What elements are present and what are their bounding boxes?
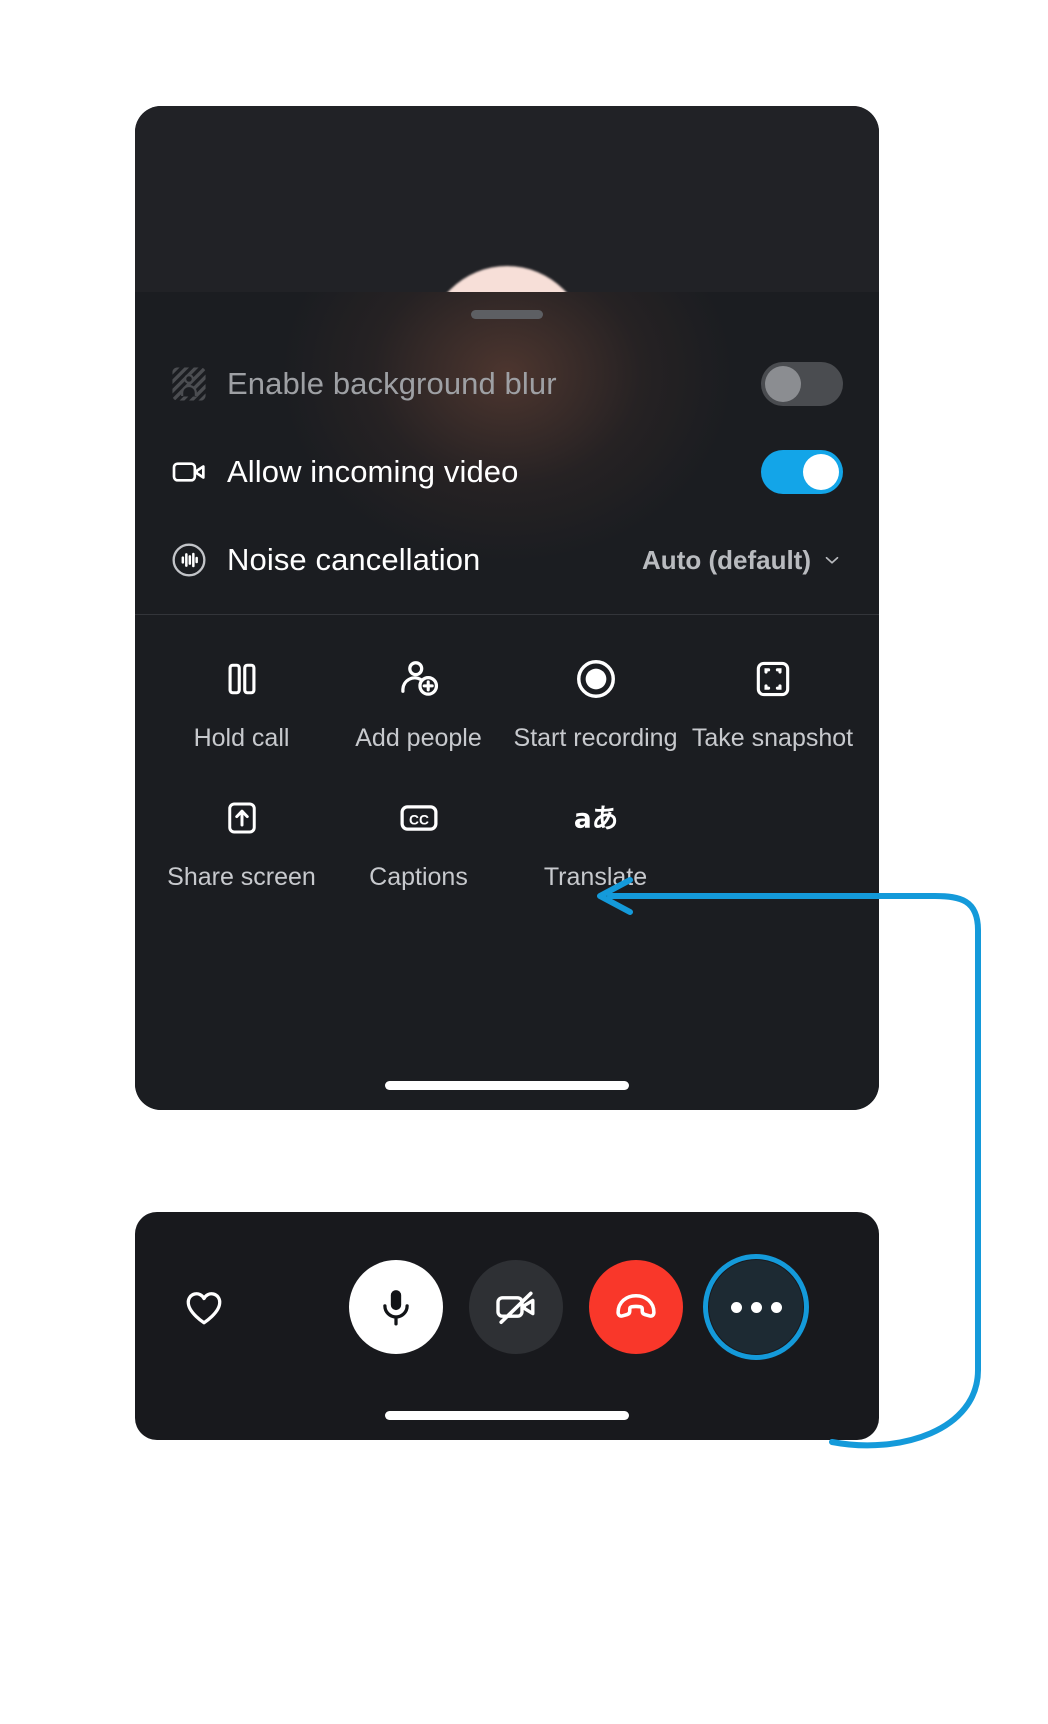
microphone-icon	[383, 1290, 409, 1326]
reaction-heart-button[interactable]	[169, 1272, 239, 1342]
home-indicator[interactable]	[385, 1081, 629, 1090]
video-preview-area	[135, 106, 879, 296]
action-add-people[interactable]: Add people	[330, 628, 507, 767]
background-blur-icon	[165, 360, 213, 408]
add-person-icon	[396, 650, 442, 708]
record-icon	[573, 650, 619, 708]
options-sheet: Enable background blur Allow incoming vi…	[135, 292, 879, 1110]
noise-cancellation-icon	[165, 536, 213, 584]
action-translate[interactable]: aあ Translate	[507, 767, 684, 906]
action-label: Start recording	[513, 724, 678, 752]
action-hold-call[interactable]: Hold call	[153, 628, 330, 767]
svg-text:aあ: aあ	[573, 804, 617, 835]
setting-row-background-blur[interactable]: Enable background blur	[135, 340, 879, 428]
call-bar-panel	[135, 1212, 879, 1440]
snapshot-icon	[751, 650, 795, 708]
end-call-button[interactable]	[589, 1260, 683, 1354]
incoming-video-toggle[interactable]	[761, 450, 843, 494]
pause-icon	[220, 650, 264, 708]
setting-label-noise-cancellation: Noise cancellation	[227, 542, 481, 577]
chevron-down-icon	[825, 556, 839, 564]
camera-off-button[interactable]	[469, 1260, 563, 1354]
action-label: Hold call	[193, 724, 290, 752]
action-captions[interactable]: CC Captions	[330, 767, 507, 906]
background-blur-toggle[interactable]	[761, 362, 843, 406]
closed-captions-icon: CC	[396, 789, 442, 847]
setting-row-incoming-video[interactable]: Allow incoming video	[135, 428, 879, 516]
video-camera-icon	[165, 448, 213, 496]
translate-icon: aあ	[566, 789, 626, 847]
sheet-drag-handle[interactable]	[471, 310, 543, 319]
microphone-button[interactable]	[349, 1260, 443, 1354]
svg-text:CC: CC	[409, 813, 429, 828]
toggle-knob	[803, 454, 839, 490]
settings-list: Enable background blur Allow incoming vi…	[135, 340, 879, 604]
setting-row-noise-cancellation[interactable]: Noise cancellation Auto (default)	[135, 516, 879, 604]
action-share-screen[interactable]: Share screen	[153, 767, 330, 906]
action-label: Add people	[355, 724, 482, 752]
more-options-button[interactable]	[709, 1260, 803, 1354]
toggle-knob	[765, 366, 801, 402]
action-start-recording[interactable]: Start recording	[507, 628, 684, 767]
home-indicator[interactable]	[385, 1411, 629, 1420]
setting-label-incoming-video: Allow incoming video	[227, 454, 519, 489]
action-take-snapshot[interactable]: Take snapshot	[684, 628, 861, 767]
camera-off-icon	[496, 1291, 535, 1325]
end-call-icon	[616, 1293, 656, 1318]
action-label: Share screen	[167, 863, 316, 891]
ellipsis-icon	[730, 1301, 782, 1313]
settings-divider	[135, 614, 879, 615]
share-screen-icon	[221, 789, 263, 847]
action-label: Take snapshot	[691, 724, 854, 752]
action-label: Captions	[369, 863, 468, 891]
noise-cancellation-select[interactable]: Auto (default)	[642, 545, 843, 576]
setting-label-background-blur: Enable background blur	[227, 366, 557, 401]
settings-sheet-panel: Enable background blur Allow incoming vi…	[135, 106, 879, 1110]
heart-icon	[186, 1292, 222, 1325]
noise-cancellation-value: Auto (default)	[642, 544, 811, 575]
action-label: Translate	[543, 863, 648, 891]
action-grid: Hold call Add people Start recording Tak…	[153, 628, 861, 906]
